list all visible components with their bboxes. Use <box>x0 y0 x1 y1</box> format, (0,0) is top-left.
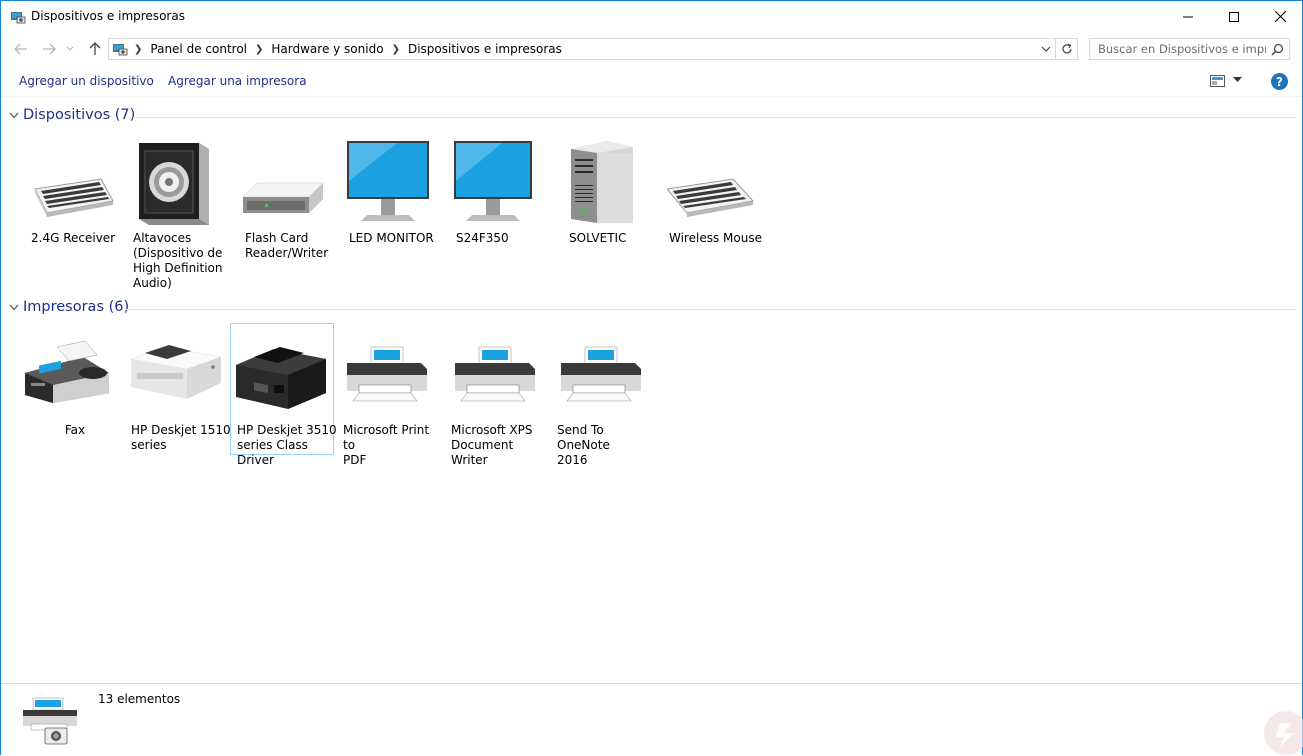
add-device-button[interactable]: Agregar un dispositivo <box>19 74 154 88</box>
title-bar[interactable]: Dispositivos e impresoras <box>1 1 1302 32</box>
refresh-button[interactable] <box>1056 38 1078 60</box>
device-label: Flash Card Reader/Writer <box>245 231 329 260</box>
devices-group-header[interactable]: Dispositivos (7) <box>7 107 1297 127</box>
black-printer-icon <box>236 347 326 409</box>
search-icon[interactable] <box>1271 43 1284 56</box>
up-button[interactable] <box>84 38 106 60</box>
chevron-down-icon <box>66 46 74 51</box>
device-label: SOLVETIC <box>569 231 627 245</box>
monitor-icon <box>347 141 429 221</box>
monitor-icon <box>454 141 532 221</box>
chevron-down-icon[interactable] <box>1233 77 1242 83</box>
chevron-right-icon[interactable]: ❯ <box>392 44 400 55</box>
add-printer-button[interactable]: Agregar una impresora <box>168 74 307 88</box>
refresh-icon <box>1061 43 1072 54</box>
maximize-icon <box>1229 11 1239 22</box>
back-button[interactable] <box>10 38 32 60</box>
chevron-down-icon[interactable] <box>1039 42 1053 56</box>
help-icon[interactable]: ? <box>1271 73 1288 90</box>
device-label: S24F350 <box>456 231 509 245</box>
search-placeholder: Buscar en Dispositivos e impr... <box>1098 42 1266 56</box>
recent-locations-button[interactable] <box>63 38 77 60</box>
devices-printers-icon <box>113 44 128 56</box>
printer-item-selected[interactable]: HP Deskjet 3510 series Class Driver <box>230 323 337 467</box>
printer-label: Microsoft XPS Document Writer <box>451 423 533 467</box>
window-title: Dispositivos e impresoras <box>31 9 185 23</box>
device-label: 2.4G Receiver <box>31 231 116 245</box>
keyboard-icon <box>666 178 754 217</box>
address-bar[interactable]: ❯ Panel de control ❯ Hardware y sonido ❯… <box>108 38 1056 60</box>
breadcrumb-hardware-sound[interactable]: Hardware y sonido <box>269 42 385 56</box>
command-bar: Agregar un dispositivo Agregar una impre… <box>1 65 1302 97</box>
window: Dispositivos e impresoras ❯ Panel de con… <box>0 0 1303 756</box>
chevron-right-icon[interactable]: ❯ <box>134 44 142 55</box>
printers-group-title: Impresoras (6) <box>23 299 130 315</box>
printer-label: Fax <box>64 423 86 437</box>
chevron-down-icon[interactable] <box>9 304 19 312</box>
device-label: Wireless Mouse <box>669 231 762 245</box>
item-count: 13 elementos <box>98 692 181 706</box>
printers-group-header[interactable]: Impresoras (6) <box>7 299 1297 319</box>
close-button[interactable] <box>1257 1 1303 32</box>
devices-printers-icon <box>11 12 26 24</box>
logo-watermark-icon <box>1264 711 1303 755</box>
device-label: Altavoces (Dispositivo de High Definitio… <box>133 231 223 290</box>
close-icon <box>1274 11 1286 22</box>
breadcrumb-devices-printers[interactable]: Dispositivos e impresoras <box>406 42 564 56</box>
chevron-down-icon[interactable] <box>9 112 19 120</box>
group-divider <box>126 309 1297 310</box>
printer-label: Microsoft Print to PDF <box>343 423 430 467</box>
fax-icon <box>25 340 109 403</box>
minimize-button[interactable] <box>1165 1 1211 32</box>
navigation-bar: ❯ Panel de control ❯ Hardware y sonido ❯… <box>1 36 1302 62</box>
keyboard-icon <box>34 178 114 217</box>
printer-label: HP Deskjet 3510 series Class Driver <box>237 423 337 467</box>
devices-group-title: Dispositivos (7) <box>23 107 136 123</box>
arrow-left-icon <box>14 43 27 55</box>
printer-icon <box>455 346 535 402</box>
arrow-right-icon <box>43 43 56 55</box>
details-pane: 13 elementos <box>1 683 1302 756</box>
group-divider <box>133 117 1297 118</box>
printer-label: Send To OneNote 2016 <box>557 423 610 467</box>
speaker-icon <box>139 143 209 225</box>
arrow-up-icon <box>89 42 101 55</box>
forward-button[interactable] <box>38 38 60 60</box>
printer-label: HP Deskjet 1510 series <box>131 423 231 452</box>
minimize-icon <box>1183 16 1193 17</box>
printer-icon <box>561 346 641 402</box>
printer-icon <box>347 346 427 402</box>
computer-tower-icon <box>571 141 633 223</box>
breadcrumb-control-panel[interactable]: Panel de control <box>148 42 249 56</box>
maximize-button[interactable] <box>1211 1 1257 32</box>
device-label: LED MONITOR <box>349 231 434 245</box>
chevron-right-icon[interactable]: ❯ <box>255 44 263 55</box>
devices-printers-icon <box>23 697 77 745</box>
view-options-icon[interactable] <box>1210 75 1225 87</box>
card-reader-icon <box>242 182 324 213</box>
white-printer-icon <box>130 345 222 399</box>
search-input[interactable]: Buscar en Dispositivos e impr... <box>1089 38 1290 60</box>
